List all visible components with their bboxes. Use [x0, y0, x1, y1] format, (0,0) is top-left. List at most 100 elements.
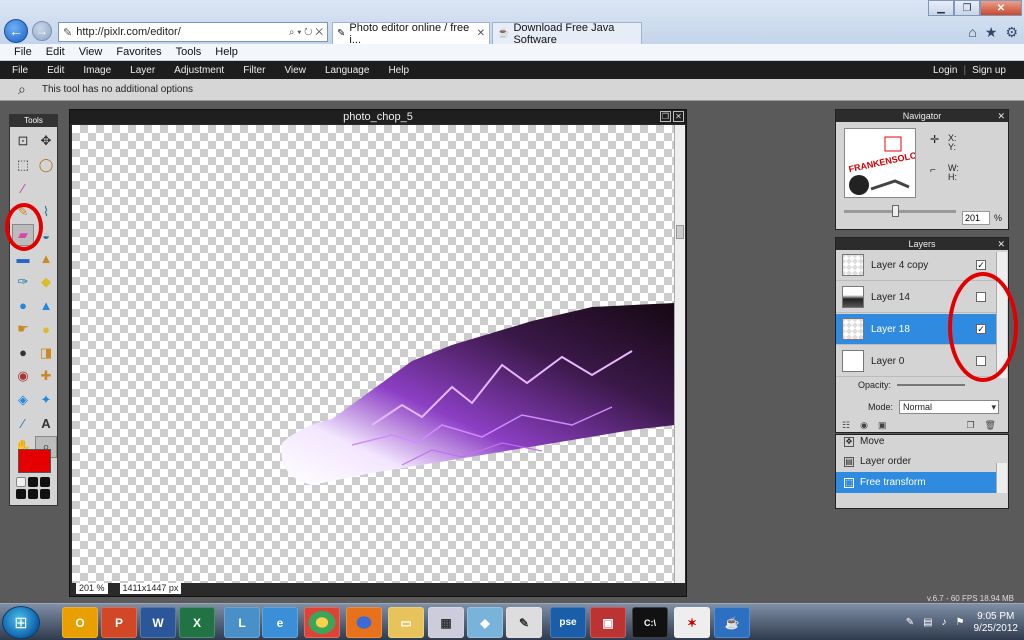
spy-icon[interactable]: ✶ — [674, 607, 710, 638]
signup-link[interactable]: Sign up — [972, 65, 1006, 76]
zoom-input[interactable]: 201 — [962, 211, 990, 225]
address-bar[interactable]: ✎ http://pixlr.com/editor/ ⌕ ▾ ↻ ✕ — [58, 22, 328, 42]
layer-row[interactable]: Layer 0 — [836, 346, 996, 377]
pixlr-menu-view[interactable]: View — [284, 65, 306, 76]
volume-icon[interactable]: ♪ — [942, 617, 947, 628]
pixlr-menu-file[interactable]: File — [12, 65, 28, 76]
marquee-icon[interactable]: ⬚ — [12, 154, 34, 176]
minimize-button[interactable]: ▁ — [928, 0, 954, 16]
color-preset[interactable] — [40, 489, 50, 499]
excel-icon[interactable]: X — [179, 607, 215, 638]
pixlr-menu-layer[interactable]: Layer — [130, 65, 155, 76]
pen-icon[interactable]: ✎ — [906, 617, 914, 628]
pinch-icon[interactable]: ✦ — [35, 389, 57, 411]
colorreplace-icon[interactable]: ✑ — [12, 271, 34, 293]
color-preset[interactable] — [16, 489, 26, 499]
primary-color-swatch[interactable] — [18, 449, 51, 473]
stamp-icon[interactable]: ▲ — [35, 248, 57, 270]
network-icon[interactable]: ▤ — [923, 617, 932, 628]
paint-bucket-icon[interactable]: ◒ — [35, 224, 57, 246]
maximize-button[interactable]: ❐ — [954, 0, 980, 16]
blur-icon[interactable]: ● — [12, 295, 34, 317]
powerpoint-icon[interactable]: P — [101, 607, 137, 638]
firefox-icon[interactable] — [346, 607, 382, 638]
login-link[interactable]: Login — [933, 65, 957, 76]
home-icon[interactable]: ⌂ — [968, 24, 976, 41]
color-preset[interactable] — [16, 477, 26, 487]
brush-icon[interactable]: ⌇ — [35, 201, 57, 223]
pixlr-menu-image[interactable]: Image — [83, 65, 111, 76]
layer-visibility-checkbox[interactable] — [976, 292, 986, 302]
photoshop-elements-icon[interactable]: pse — [550, 607, 586, 638]
lync-icon[interactable]: L — [224, 607, 260, 638]
java-icon[interactable]: ☕ — [714, 607, 750, 638]
calculator-icon[interactable]: ▦ — [428, 607, 464, 638]
navigator-thumbnail[interactable]: FRANKENSOLO! — [844, 128, 916, 198]
gear-icon[interactable]: ⚙ — [1005, 24, 1018, 41]
zoom-slider-knob[interactable] — [892, 205, 899, 217]
pencil-icon[interactable]: ✎ — [12, 201, 34, 223]
forward-button[interactable]: → — [32, 21, 52, 41]
start-button[interactable]: ⊞ — [2, 606, 40, 639]
opacity-slider[interactable] — [897, 384, 966, 386]
new-layer-icon[interactable]: ❐ — [966, 420, 974, 431]
type-icon[interactable]: A — [35, 412, 57, 434]
pixlr-menu-help[interactable]: Help — [388, 65, 409, 76]
menu-view[interactable]: View — [79, 46, 103, 58]
pixlr-menu-edit[interactable]: Edit — [47, 65, 64, 76]
layer-visibility-checkbox[interactable]: ✓ — [976, 324, 986, 334]
eraser-icon[interactable]: ▰ — [12, 224, 34, 246]
color-preset[interactable] — [40, 477, 50, 487]
layer-visibility-checkbox[interactable] — [976, 356, 986, 366]
chrome-icon[interactable] — [304, 607, 340, 638]
app-icon[interactable]: ▣ — [590, 607, 626, 638]
sharpen-icon[interactable]: ▲ — [35, 295, 57, 317]
image-canvas[interactable] — [72, 125, 675, 583]
history-item[interactable]: ✥ Move — [836, 431, 996, 452]
layer-row[interactable]: Layer 4 copy ✓ — [836, 250, 996, 281]
clock[interactable]: 9:05 PM 9/25/2012 — [974, 611, 1019, 635]
drawing-icon[interactable]: ◆ — [35, 271, 57, 293]
close-window-button[interactable]: ✕ — [980, 0, 1022, 16]
gradient-icon[interactable]: ▬ — [12, 248, 34, 270]
paint-icon[interactable]: ✎ — [506, 607, 542, 638]
sponge-icon[interactable]: ● — [35, 318, 57, 340]
history-scrollbar[interactable] — [996, 463, 1007, 493]
folder-icon[interactable]: ▭ — [388, 607, 424, 638]
layer-style-icon[interactable]: ▣ — [878, 420, 887, 431]
pixlr-menu-filter[interactable]: Filter — [243, 65, 265, 76]
outlook-icon[interactable]: O — [62, 607, 98, 638]
zoom-slider[interactable] — [844, 205, 956, 217]
layers-scrollbar[interactable] — [996, 252, 1007, 378]
lasso-icon[interactable]: ◯ — [35, 154, 57, 176]
layer-visibility-checkbox[interactable]: ✓ — [976, 260, 986, 270]
picker-icon[interactable]: ⁄ — [12, 412, 34, 434]
color-preset[interactable] — [28, 477, 38, 487]
history-item[interactable]: ⬚ Free transform — [836, 472, 996, 493]
crop-icon[interactable]: ⊡ — [12, 130, 34, 152]
spot-heal-icon[interactable]: ✚ — [35, 365, 57, 387]
menu-tools[interactable]: Tools — [176, 46, 202, 58]
close-icon[interactable]: ✕ — [673, 111, 684, 122]
menu-file[interactable]: File — [14, 46, 32, 58]
maximize-icon[interactable]: ❐ — [660, 111, 671, 122]
dodge-icon[interactable]: ● — [12, 342, 34, 364]
pixlr-menu-adjustment[interactable]: Adjustment — [174, 65, 224, 76]
flag-icon[interactable]: ⚑ — [956, 617, 965, 628]
close-icon[interactable]: ✕ — [477, 28, 485, 39]
redeye-icon[interactable]: ◉ — [12, 365, 34, 387]
smudge-icon[interactable]: ☛ — [12, 318, 34, 340]
bloat-icon[interactable]: ◈ — [12, 389, 34, 411]
delete-layer-icon[interactable]: 🗑 — [985, 420, 996, 431]
cube-icon[interactable]: ◆ — [467, 607, 503, 638]
menu-help[interactable]: Help — [215, 46, 238, 58]
canvas-vertical-scrollbar[interactable] — [674, 125, 685, 583]
favorites-star-icon[interactable]: ★ — [985, 24, 998, 41]
menu-favorites[interactable]: Favorites — [116, 46, 161, 58]
search-icon[interactable]: ⌕ ▾ ↻ ✕ — [289, 27, 327, 38]
back-button[interactable]: ← — [4, 19, 28, 43]
tab-java[interactable]: ☕ Download Free Java Software — [492, 22, 642, 46]
layer-mask-icon[interactable]: ◉ — [860, 420, 868, 431]
color-preset[interactable] — [28, 489, 38, 499]
menu-edit[interactable]: Edit — [46, 46, 65, 58]
